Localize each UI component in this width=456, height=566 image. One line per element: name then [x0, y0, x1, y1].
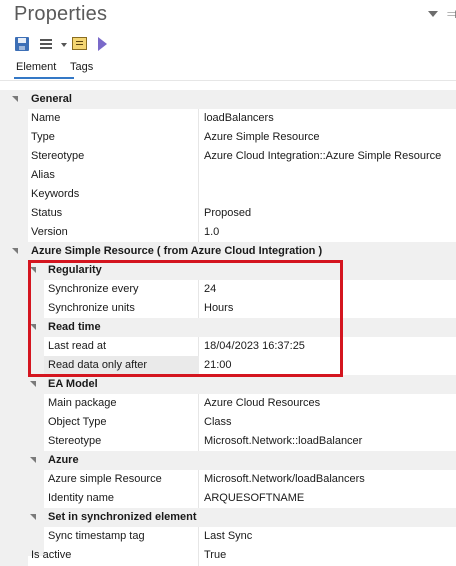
property-row[interactable]: Is active True	[0, 546, 456, 565]
properties-dialog-icon[interactable]	[72, 37, 87, 50]
property-row[interactable]: Azure simple Resource Microsoft.Network/…	[0, 470, 456, 489]
collapse-arrow-icon[interactable]	[12, 248, 18, 254]
collapse-arrow-icon[interactable]	[30, 457, 36, 463]
collapse-arrow-icon[interactable]	[30, 381, 36, 387]
property-value[interactable]: True	[204, 546, 226, 565]
property-value[interactable]: Microsoft.Network/loadBalancers	[204, 470, 365, 489]
pin-icon[interactable]: ⫤	[447, 6, 456, 22]
property-name: Alias	[31, 169, 55, 181]
property-name: Keywords	[31, 188, 80, 200]
panel-title: Properties	[14, 3, 108, 25]
subsection-label: EA Model	[48, 378, 98, 390]
toolbar	[10, 36, 130, 54]
property-name: Sync timestamp tag	[48, 530, 145, 542]
property-value[interactable]: Azure Simple Resource	[204, 128, 320, 147]
subsection-label: Azure	[48, 454, 79, 466]
property-value[interactable]: Microsoft.Network::loadBalancer	[204, 432, 362, 451]
property-row[interactable]: Sync timestamp tag Last Sync	[0, 527, 456, 546]
panel-options-dropdown-icon[interactable]	[428, 11, 438, 17]
property-value[interactable]: Class	[204, 413, 232, 432]
property-name: Is active	[31, 549, 72, 561]
save-icon[interactable]	[15, 37, 29, 51]
property-value[interactable]: ARQUESOFTNAME	[204, 489, 304, 508]
property-name: Version	[31, 226, 68, 238]
subsection-sync-element[interactable]: Set in synchronized element	[0, 508, 456, 527]
property-name: Main package	[48, 397, 117, 409]
collapse-arrow-icon[interactable]	[30, 514, 36, 520]
property-row[interactable]: Keywords	[0, 185, 456, 204]
property-row[interactable]: Status Proposed	[0, 204, 456, 223]
menu-dropdown-icon[interactable]	[61, 43, 67, 47]
property-name: Status	[31, 207, 63, 219]
subsection-ea-model[interactable]: EA Model	[0, 375, 456, 394]
run-icon[interactable]	[98, 37, 107, 51]
property-value[interactable]: 1.0	[204, 223, 219, 242]
section-label: Azure Simple Resource ( from Azure Cloud…	[31, 245, 323, 257]
property-value[interactable]: Azure Cloud Integration::Azure Simple Re…	[204, 147, 441, 166]
section-general[interactable]: General	[0, 90, 456, 109]
property-row[interactable]: Alias	[0, 166, 456, 185]
subsection-label: Set in synchronized element	[48, 511, 197, 523]
tab-element[interactable]: Element	[16, 61, 56, 73]
tab-divider	[0, 80, 456, 81]
property-name: Stereotype	[31, 150, 85, 162]
property-row[interactable]: Type Azure Simple Resource	[0, 128, 456, 147]
property-name: Identity name	[48, 492, 115, 504]
menu-icon[interactable]	[40, 39, 52, 49]
property-name: Object Type	[48, 416, 107, 428]
property-value[interactable]: Last Sync	[204, 527, 252, 546]
tab-tags[interactable]: Tags	[70, 61, 93, 73]
property-row[interactable]: Version 1.0	[0, 223, 456, 242]
highlight-annotation-box	[28, 260, 343, 377]
collapse-arrow-icon[interactable]	[12, 96, 18, 102]
active-tab-indicator	[14, 77, 74, 79]
subsection-azure[interactable]: Azure	[0, 451, 456, 470]
property-name: Stereotype	[48, 435, 102, 447]
property-row[interactable]: Stereotype Azure Cloud Integration::Azur…	[0, 147, 456, 166]
property-row[interactable]: Identity name ARQUESOFTNAME	[0, 489, 456, 508]
property-row[interactable]: Object Type Class	[0, 413, 456, 432]
property-row[interactable]: Stereotype Microsoft.Network::loadBalanc…	[0, 432, 456, 451]
property-row[interactable]: Main package Azure Cloud Resources	[0, 394, 456, 413]
property-value[interactable]: loadBalancers	[204, 109, 274, 128]
property-value[interactable]: Azure Cloud Resources	[204, 394, 320, 413]
property-value[interactable]: Proposed	[204, 204, 251, 223]
property-row[interactable]: Name loadBalancers	[0, 109, 456, 128]
section-azure-simple-resource[interactable]: Azure Simple Resource ( from Azure Cloud…	[0, 242, 456, 261]
property-name: Azure simple Resource	[48, 473, 162, 485]
title-bar: Properties ⫤	[0, 0, 456, 30]
property-name: Name	[31, 112, 61, 124]
section-label: General	[31, 93, 72, 105]
property-name: Type	[31, 131, 55, 143]
